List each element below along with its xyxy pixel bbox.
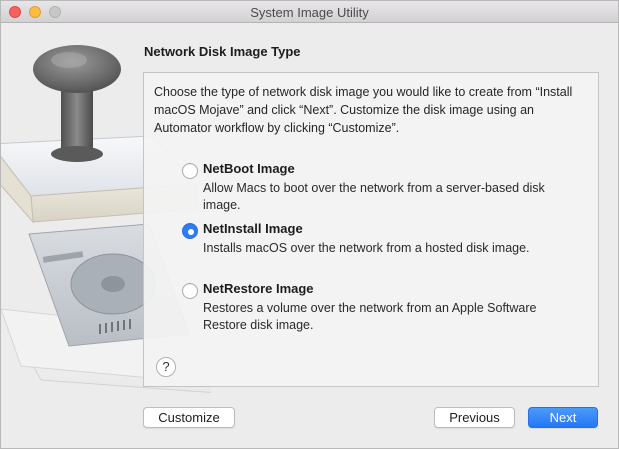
title-bar[interactable]: System Image Utility [1, 1, 618, 23]
netrestore-title[interactable]: NetRestore Image [203, 281, 314, 296]
netrestore-description: Restores a volume over the network from … [203, 301, 537, 332]
netboot-description: Allow Macs to boot over the network from… [203, 181, 545, 212]
intro-text: Choose the type of network disk image yo… [154, 85, 573, 135]
customize-button[interactable]: Customize [143, 407, 235, 428]
next-button[interactable]: Next [528, 407, 598, 428]
netboot-title[interactable]: NetBoot Image [203, 161, 295, 176]
netrestore-radio[interactable] [182, 283, 198, 299]
netboot-radio[interactable] [182, 163, 198, 179]
window-title: System Image Utility [250, 5, 369, 20]
previous-button[interactable]: Previous [434, 407, 515, 428]
netinstall-radio[interactable] [182, 223, 198, 239]
netinstall-title[interactable]: NetInstall Image [203, 221, 303, 236]
page-title: Network Disk Image Type [144, 44, 301, 59]
help-button[interactable]: ? [156, 357, 176, 377]
options-panel: Choose the type of network disk image yo… [143, 72, 599, 387]
system-image-utility-window: System Image Utility Network Disk Image … [0, 0, 619, 449]
netinstall-description: Installs macOS over the network from a h… [203, 241, 530, 255]
